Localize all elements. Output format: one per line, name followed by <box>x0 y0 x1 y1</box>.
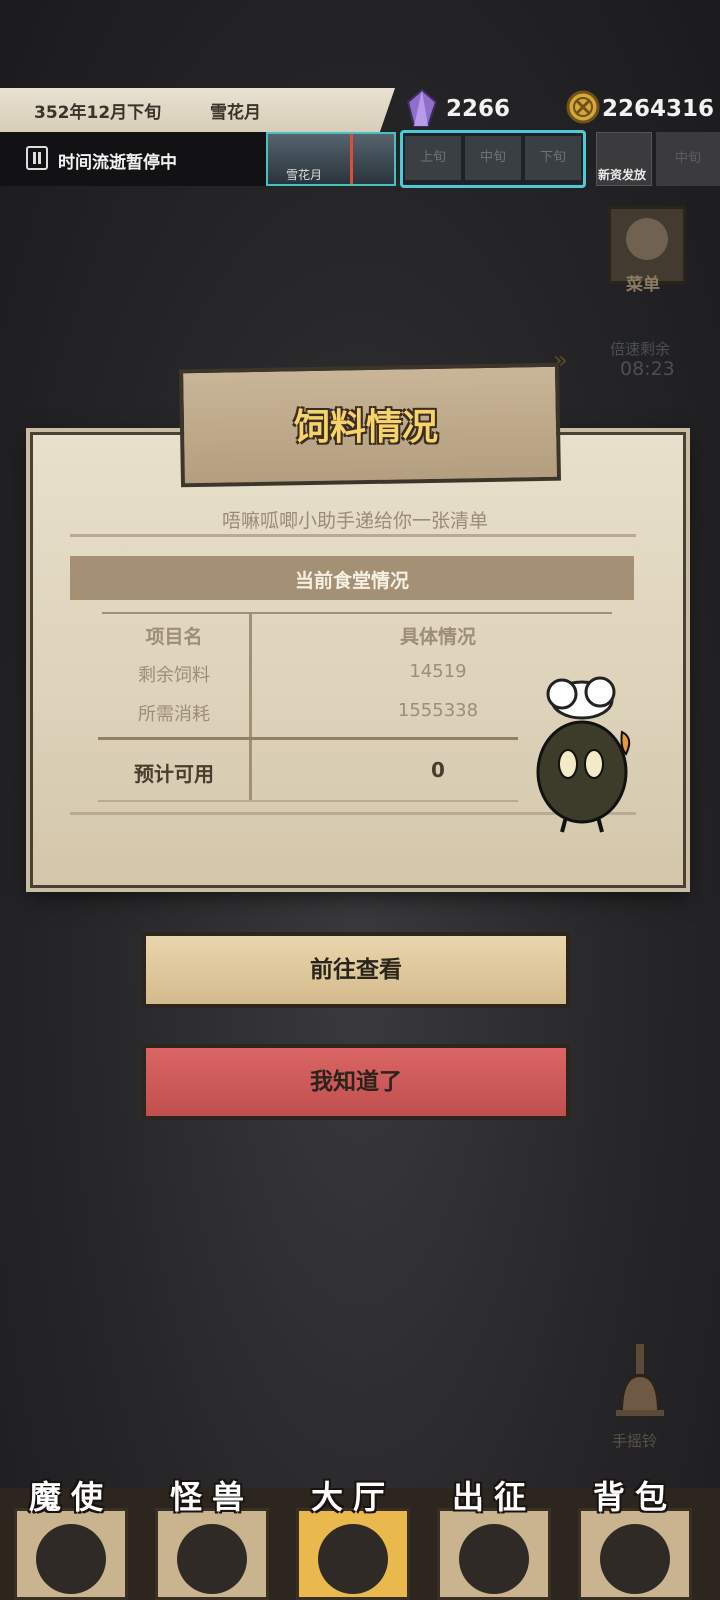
monster-icon <box>177 1524 247 1594</box>
table-row-label: 所需消耗 <box>138 704 210 725</box>
phase-late[interactable]: 下旬 <box>525 136 581 180</box>
acknowledge-button[interactable]: 我知道了 <box>142 1044 570 1120</box>
table-total-label: 预计可用 <box>134 762 214 786</box>
skull-icon <box>36 1524 106 1594</box>
crystal-icon <box>406 88 438 127</box>
nav-label-expedition: 出征 <box>451 1478 536 1516</box>
divider <box>70 534 636 537</box>
expedition-icon <box>459 1524 529 1594</box>
menu-icon <box>626 218 668 260</box>
next-phase[interactable]: 中旬 <box>656 132 720 186</box>
table-rule <box>102 612 612 614</box>
month-progress-marker <box>350 134 353 184</box>
section-title: 当前食堂情况 <box>294 570 409 592</box>
hand-bell-icon[interactable] <box>612 1342 668 1422</box>
speed-label: 倍速剩余 <box>610 340 671 358</box>
crystal-count: 2266 <box>446 96 511 122</box>
table-column-divider <box>249 614 252 800</box>
nav-label-monster: 怪兽 <box>169 1478 254 1516</box>
month-name: 雪花月 <box>210 103 261 123</box>
phase-mid[interactable]: 中旬 <box>465 136 521 180</box>
table-rule <box>98 737 518 740</box>
bell-label: 手摇铃 <box>612 1432 658 1450</box>
nav-label-hall: 大厅 <box>310 1478 395 1516</box>
go-view-button[interactable]: 前往查看 <box>142 932 570 1008</box>
table-rule <box>98 800 518 802</box>
next-event-label: 新资发放 <box>598 168 647 182</box>
table-header-item: 项目名 <box>145 626 203 648</box>
nav-label-backpack: 背包 <box>592 1478 677 1516</box>
backpack-icon <box>600 1524 670 1594</box>
dialog-title: 饲料情况 <box>293 407 438 448</box>
table-row-label: 剩余饲料 <box>138 665 210 686</box>
time-status-text: 时间流逝暂停中 <box>58 153 177 173</box>
dialog-subtitle: 唔嘛呱唧小助手递给你一张清单 <box>221 510 488 532</box>
nav-label-envoy: 魔使 <box>28 1478 113 1516</box>
phase-early[interactable]: 上旬 <box>405 136 461 180</box>
coin-count: 2264316 <box>602 96 715 122</box>
pause-icon[interactable] <box>26 146 48 170</box>
speed-time: 08:23 <box>620 358 675 380</box>
hall-icon <box>318 1524 388 1594</box>
chef-mascot-icon <box>536 676 631 833</box>
menu-label: 菜单 <box>626 275 660 295</box>
month-card-label: 雪花月 <box>286 168 323 182</box>
coin-icon <box>566 90 600 124</box>
game-date: 352年12月下旬 <box>34 103 162 123</box>
table-header-detail: 具体情况 <box>399 626 476 648</box>
